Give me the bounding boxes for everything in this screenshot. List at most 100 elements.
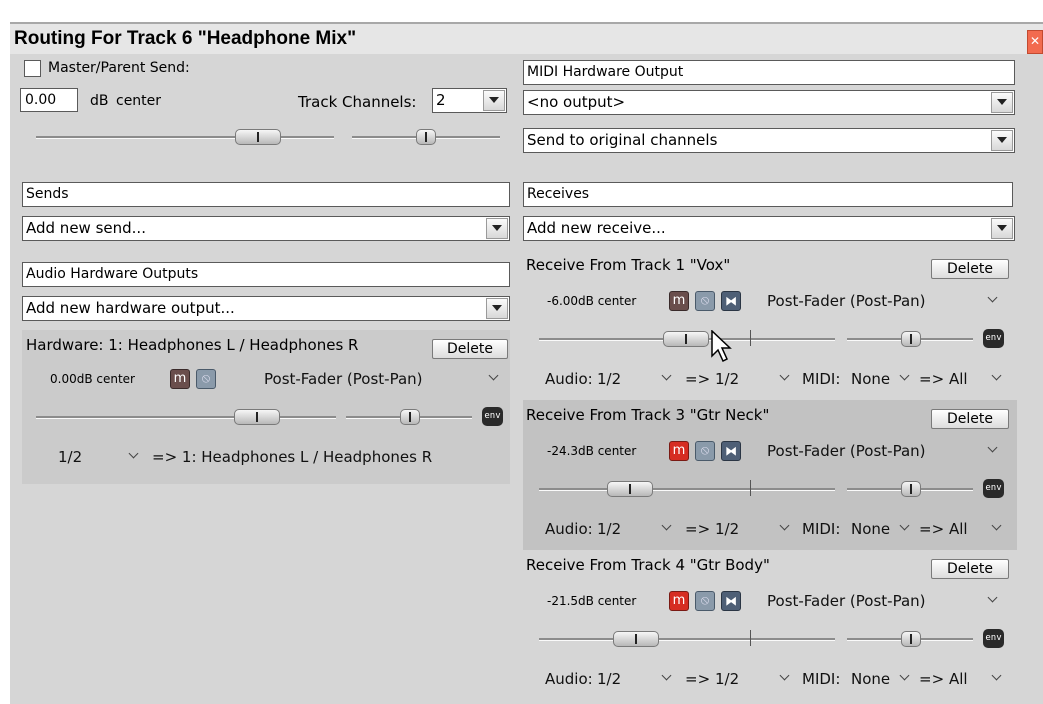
mono-stereo-icon[interactable]: ⧓ [721, 441, 741, 461]
receive-delete-button[interactable]: Delete [931, 409, 1009, 429]
master-send-checkbox[interactable] [24, 60, 41, 77]
title-bar[interactable]: Routing For Track 6 "Headphone Mix" ✕ [10, 22, 1043, 54]
hw-output-delete-button[interactable]: Delete [432, 339, 508, 359]
receive-audio-src[interactable]: 1/2 [597, 520, 621, 538]
receive-mode-value: Post-Fader (Post-Pan) [767, 442, 926, 460]
receive-midi-src[interactable]: None [851, 670, 890, 688]
receive-midi-arrow: => [919, 520, 945, 538]
hw-output-pan-slider[interactable] [400, 409, 420, 425]
hw-output-dest-text: => 1: Headphones L / Headphones R [152, 448, 433, 466]
chevron-down-icon [989, 444, 998, 453]
master-volume-track [36, 136, 334, 139]
add-hw-output-select[interactable]: Add new hardware output... [22, 296, 510, 321]
receive-audio-dst[interactable]: 1/2 [715, 670, 739, 688]
hw-output-mode-value: Post-Fader (Post-Pan) [264, 370, 423, 388]
track-channels-label: Track Channels: [298, 93, 417, 111]
receive-mute-button[interactable]: m [669, 291, 689, 311]
receive-volume-slider[interactable] [613, 631, 659, 647]
master-send-label: Master/Parent Send: [48, 60, 190, 76]
receive-audio-dst[interactable]: 1/2 [715, 370, 739, 388]
receive-audio-src[interactable]: 1/2 [597, 370, 621, 388]
receive-mute-button[interactable]: m [669, 591, 689, 611]
receive-pan-slider[interactable] [901, 481, 921, 497]
mono-stereo-icon[interactable]: ⧓ [721, 291, 741, 311]
receive-midi-dst[interactable]: All [949, 520, 968, 538]
unity-marker [750, 630, 751, 646]
chevron-down-icon [663, 672, 672, 681]
hw-output-volume-track [36, 416, 336, 419]
hw-output-channel-value: 1/2 [58, 448, 83, 466]
receive-mode-select[interactable]: Post-Fader (Post-Pan) [761, 290, 1007, 310]
phase-icon[interactable]: ⦸ [695, 441, 715, 461]
receive-volume-slider[interactable] [607, 481, 653, 497]
add-send-placeholder: Add new send... [26, 219, 146, 237]
chevron-down-icon [991, 92, 1013, 113]
add-send-select[interactable]: Add new send... [22, 216, 510, 241]
close-icon[interactable]: ✕ [1027, 30, 1043, 54]
chevron-down-icon [490, 372, 499, 381]
receive-mute-button[interactable]: m [669, 441, 689, 461]
chevron-down-icon [663, 372, 672, 381]
receive-pan-slider[interactable] [901, 631, 921, 647]
receive-mode-value: Post-Fader (Post-Pan) [767, 292, 926, 310]
master-volume-slider[interactable] [235, 129, 281, 145]
hw-output-volume-slider[interactable] [234, 409, 280, 425]
midi-hw-device-value: <no output> [527, 93, 626, 111]
sends-header: Sends [22, 182, 510, 207]
master-pan-label: center [116, 93, 162, 109]
receive-level-text: -21.5dB center [547, 594, 637, 608]
receive-panel: Receive From Track 4 "Gtr Body" Delete -… [523, 550, 1017, 700]
hw-output-env-button[interactable]: env [482, 407, 503, 426]
phase-icon[interactable]: ⦸ [695, 291, 715, 311]
chevron-down-icon [130, 450, 139, 459]
chevron-down-icon [486, 298, 508, 319]
receive-midi-src[interactable]: None [851, 520, 890, 538]
hw-output-panel: Hardware: 1: Headphones L / Headphones R… [22, 330, 510, 484]
receive-env-button[interactable]: env [983, 629, 1004, 648]
receive-mode-select[interactable]: Post-Fader (Post-Pan) [761, 440, 1007, 460]
receive-title: Receive From Track 1 "Vox" [526, 256, 731, 274]
receive-volume-slider[interactable] [663, 331, 709, 347]
hw-output-mode-select[interactable]: Post-Fader (Post-Pan) [264, 368, 504, 388]
track-channels-select[interactable]: 2 [432, 88, 507, 113]
receive-env-button[interactable]: env [983, 479, 1004, 498]
master-pan-slider[interactable] [416, 129, 436, 145]
track-channels-value: 2 [436, 91, 446, 109]
unity-marker [750, 480, 751, 496]
chevron-down-icon [901, 372, 910, 381]
receive-midi-src[interactable]: None [851, 370, 890, 388]
midi-hw-device-select[interactable]: <no output> [523, 90, 1015, 115]
receive-delete-button[interactable]: Delete [931, 559, 1009, 579]
chevron-down-icon [991, 218, 1013, 239]
mono-stereo-icon[interactable]: ⧓ [721, 591, 741, 611]
receive-midi-label: MIDI: [802, 370, 841, 388]
hw-output-mute-button[interactable]: m [170, 369, 190, 389]
receive-audio-src[interactable]: 1/2 [597, 670, 621, 688]
receive-volume-track [539, 638, 835, 641]
receive-panel: Receive From Track 3 "Gtr Neck" Delete -… [523, 400, 1017, 550]
chevron-down-icon [663, 522, 672, 531]
receive-pan-slider[interactable] [901, 331, 921, 347]
add-receive-select[interactable]: Add new receive... [523, 216, 1015, 241]
receive-mode-value: Post-Fader (Post-Pan) [767, 592, 926, 610]
phase-icon[interactable]: ⦸ [196, 369, 216, 389]
receive-env-button[interactable]: env [983, 329, 1004, 348]
receive-midi-dst[interactable]: All [949, 370, 968, 388]
master-volume-field[interactable]: 0.00 [20, 88, 78, 112]
receives-header: Receives [523, 182, 1013, 207]
receive-midi-dst[interactable]: All [949, 670, 968, 688]
chevron-down-icon [781, 672, 790, 681]
receive-audio-dst[interactable]: 1/2 [715, 520, 739, 538]
receive-title: Receive From Track 3 "Gtr Neck" [526, 406, 770, 424]
mouse-cursor-icon [711, 330, 732, 363]
hw-output-channel-select[interactable]: 1/2 [50, 446, 150, 466]
midi-hw-channel-select[interactable]: Send to original channels [523, 128, 1015, 153]
hw-output-level-text: 0.00dB center [50, 372, 135, 386]
receive-level-text: -6.00dB center [547, 294, 637, 308]
receive-delete-button[interactable]: Delete [931, 259, 1009, 279]
chevron-down-icon [993, 672, 1002, 681]
receive-mode-select[interactable]: Post-Fader (Post-Pan) [761, 590, 1007, 610]
receive-level-text: -24.3dB center [547, 444, 637, 458]
phase-icon[interactable]: ⦸ [695, 591, 715, 611]
receive-arrow-text: => [685, 370, 711, 388]
